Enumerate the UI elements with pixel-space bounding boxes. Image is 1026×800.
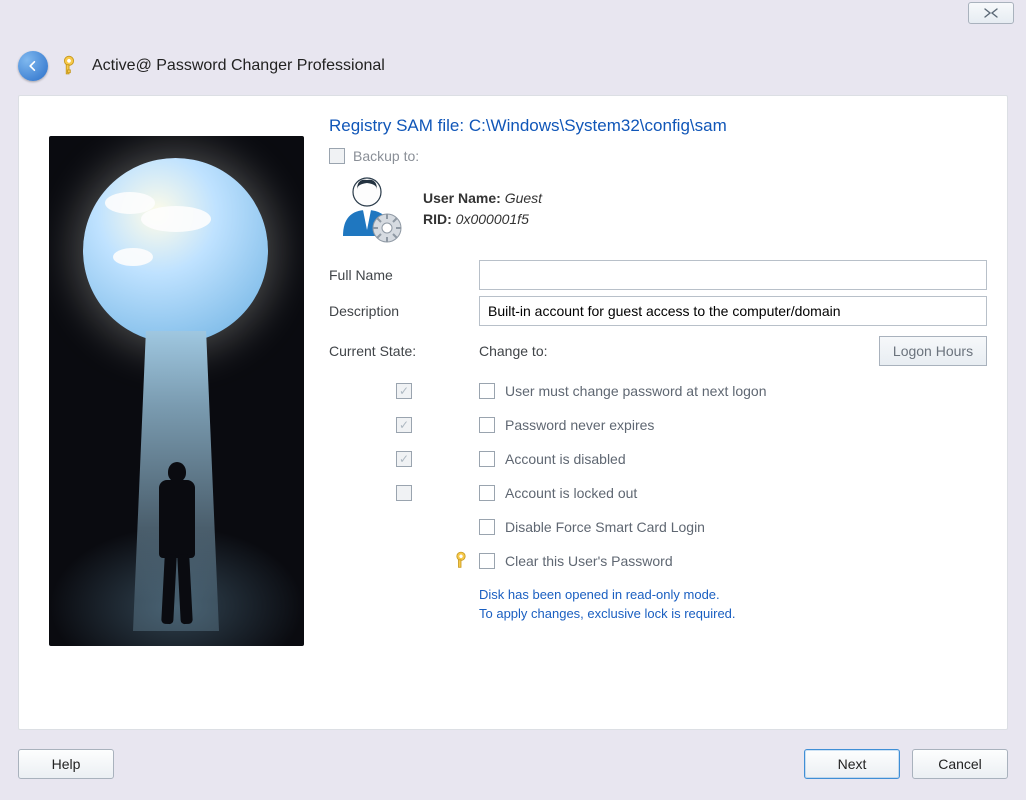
warning-line-1: Disk has been opened in read-only mode. <box>479 586 987 605</box>
state-header: Current State: Change to: Logon Hours <box>329 336 987 366</box>
description-row: Description <box>329 296 987 326</box>
change-to-label: Change to: <box>479 343 879 359</box>
user-avatar-icon <box>335 174 405 244</box>
sam-file-value: C:\Windows\System32\config\sam <box>469 116 727 135</box>
backup-label: Backup to: <box>353 148 419 164</box>
change-to-checkbox-1[interactable] <box>479 417 495 433</box>
option-row-2: ✓ Account is disabled <box>329 442 987 476</box>
sam-file-prefix: Registry SAM file: <box>329 116 469 135</box>
current-state-checkbox-1: ✓ <box>396 417 412 433</box>
option-row-4: Disable Force Smart Card Login <box>329 510 987 544</box>
window-close-button[interactable] <box>968 2 1014 24</box>
option-label-2: Account is disabled <box>505 451 626 467</box>
change-to-checkbox-5[interactable] <box>479 553 495 569</box>
current-state-checkbox-2: ✓ <box>396 451 412 467</box>
next-button[interactable]: Next <box>804 749 900 779</box>
user-info-text: User Name: Guest RID: 0x000001f5 <box>423 188 542 230</box>
header-bar: Active@ Password Changer Professional <box>18 46 1008 86</box>
readonly-warning: Disk has been opened in read-only mode. … <box>479 586 987 624</box>
back-button[interactable] <box>18 51 48 81</box>
option-label-5: Clear this User's Password <box>505 553 673 569</box>
description-input[interactable] <box>479 296 987 326</box>
logon-hours-button[interactable]: Logon Hours <box>879 336 987 366</box>
user-name-label: User Name: <box>423 190 501 206</box>
wizard-illustration <box>49 136 304 646</box>
option-row-0: ✓ User must change password at next logo… <box>329 374 987 408</box>
backup-checkbox <box>329 148 345 164</box>
user-name-value: Guest <box>505 190 542 206</box>
full-name-label: Full Name <box>329 267 479 283</box>
backup-row: Backup to: <box>329 148 987 164</box>
key-icon <box>53 50 84 81</box>
change-to-checkbox-3[interactable] <box>479 485 495 501</box>
option-row-3: Account is locked out <box>329 476 987 510</box>
sam-file-path: Registry SAM file: C:\Windows\System32\c… <box>329 116 987 136</box>
app-title: Active@ Password Changer Professional <box>92 57 385 75</box>
footer-bar: Help Next Cancel <box>18 742 1008 786</box>
option-label-0: User must change password at next logon <box>505 383 766 399</box>
current-state-checkbox-0: ✓ <box>396 383 412 399</box>
change-to-checkbox-0[interactable] <box>479 383 495 399</box>
full-name-row: Full Name <box>329 260 987 290</box>
cancel-button[interactable]: Cancel <box>912 749 1008 779</box>
description-label: Description <box>329 303 479 319</box>
change-to-checkbox-2[interactable] <box>479 451 495 467</box>
user-info-block: User Name: Guest RID: 0x000001f5 <box>335 174 987 244</box>
warning-line-2: To apply changes, exclusive lock is requ… <box>479 605 987 624</box>
rid-label: RID: <box>423 211 452 227</box>
back-arrow-icon <box>26 59 40 73</box>
full-name-input[interactable] <box>479 260 987 290</box>
content-area: Registry SAM file: C:\Windows\System32\c… <box>329 116 987 719</box>
current-state-label: Current State: <box>329 343 479 359</box>
option-label-1: Password never expires <box>505 417 654 433</box>
option-row-5: Clear this User's Password <box>329 544 987 578</box>
option-label-4: Disable Force Smart Card Login <box>505 519 705 535</box>
change-to-checkbox-4[interactable] <box>479 519 495 535</box>
option-label-3: Account is locked out <box>505 485 637 501</box>
close-icon <box>982 7 1000 19</box>
rid-value: 0x000001f5 <box>456 211 529 227</box>
option-row-1: ✓ Password never expires <box>329 408 987 442</box>
main-panel: Registry SAM file: C:\Windows\System32\c… <box>18 95 1008 730</box>
help-button[interactable]: Help <box>18 749 114 779</box>
key-icon <box>447 547 475 575</box>
current-state-checkbox-3 <box>396 485 412 501</box>
